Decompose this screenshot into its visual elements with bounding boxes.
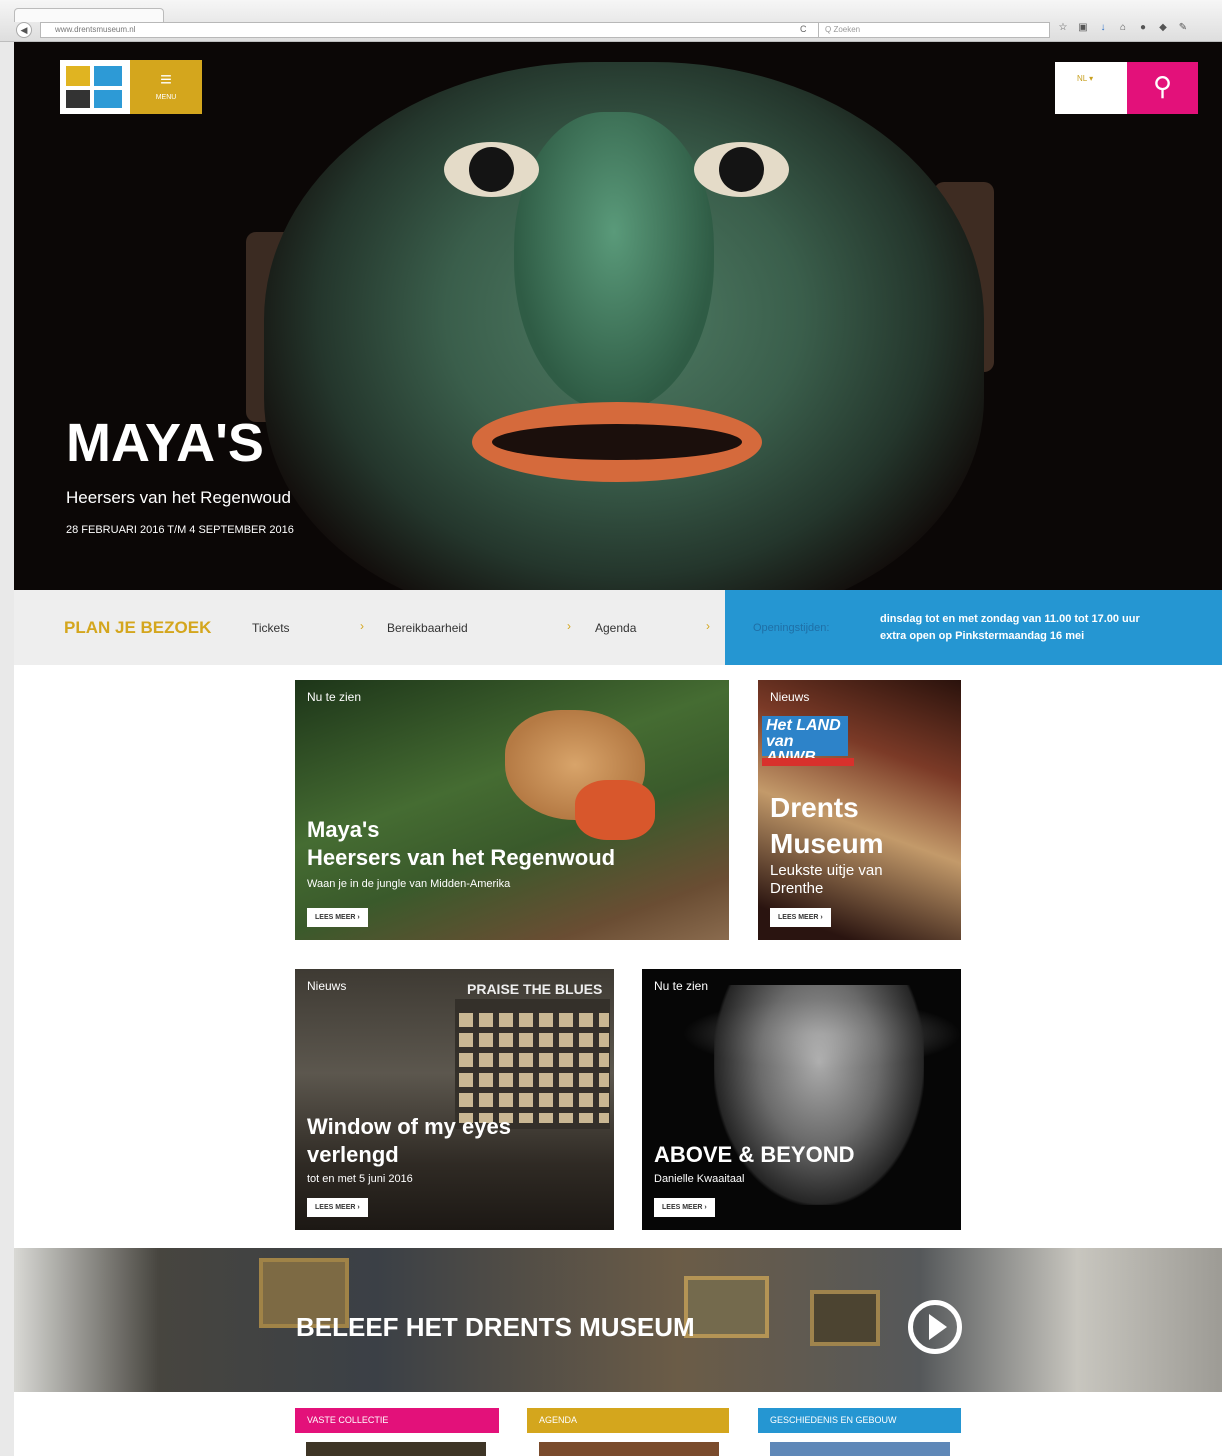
pocket-icon[interactable]: ◆ [1158, 22, 1168, 38]
card-title: Maya's Heersers van het Regenwoud [307, 817, 616, 870]
chevron-right-icon: › [567, 619, 571, 633]
video-banner[interactable]: BELEEF HET DRENTS MUSEUM [14, 1248, 1222, 1392]
card-description: Danielle Kwaaitaal [654, 1173, 745, 1185]
category-agenda[interactable]: AGENDA [527, 1408, 729, 1433]
category-vaste-collectie[interactable]: VASTE COLLECTIE [295, 1408, 499, 1433]
card-mayas[interactable]: Nu te zien Maya's Heersers van het Regen… [295, 680, 729, 940]
hero-date: 28 FEBRUARI 2016 T/M 4 SEPTEMBER 2016 [66, 524, 294, 536]
search-button[interactable]: ⚲ [1127, 62, 1198, 114]
opening-hours-extra: extra open op Pinkstermaandag 16 mei [880, 630, 1085, 642]
exhibition-wall-text: PRAISE THE BLUES [467, 981, 603, 997]
toolbar-icons: ☆ ▣ ↓ ⌂ ● ◆ ✎ [1058, 22, 1188, 38]
hamburger-icon: ≡ [160, 69, 172, 91]
extension-icon[interactable]: ✎ [1178, 22, 1188, 38]
browser-toolbar: ◀ www.drentsmuseum.nl C Q Zoeken ☆ ▣ ↓ ⌂… [0, 0, 1222, 42]
opening-hours-label: Openingstijden: [753, 622, 830, 634]
web-page: ≡ MENU NL ▾ ⚲ MAYA'S Heersers van het Re… [14, 42, 1222, 1456]
plan-visit-title: PLAN JE BEZOEK [64, 618, 212, 637]
category-image[interactable] [770, 1442, 950, 1456]
anwb-badge: Het LAND van ANWB [762, 716, 848, 766]
opening-hours-panel: Openingstijden: dinsdag tot en met zonda… [725, 590, 1222, 665]
video-banner-title: BELEEF HET DRENTS MUSEUM [296, 1312, 695, 1342]
chat-icon[interactable]: ● [1138, 22, 1148, 38]
mask-image-nose [514, 112, 714, 412]
address-bar[interactable]: www.drentsmuseum.nl [40, 22, 820, 38]
hero-banner[interactable]: ≡ MENU NL ▾ ⚲ MAYA'S Heersers van het Re… [14, 42, 1222, 590]
download-icon[interactable]: ↓ [1098, 22, 1108, 38]
card-tag: Nu te zien [654, 979, 709, 993]
card-drents-museum[interactable]: Het LAND van ANWB Nieuws Drents Museum L… [758, 680, 961, 940]
read-more-button[interactable]: LEES MEER › [770, 908, 831, 927]
card-window-of-my-eyes[interactable]: PRAISE THE BLUES Nieuws Window of my eye… [295, 969, 614, 1230]
card-title: Drents Museum [770, 792, 884, 859]
plan-visit-bar: PLAN JE BEZOEK Tickets › Bereikbaarheid … [14, 590, 1222, 665]
category-image[interactable] [539, 1442, 719, 1456]
chevron-right-icon: › [360, 619, 364, 633]
browser-tab[interactable] [14, 8, 164, 22]
painting-image [810, 1290, 880, 1346]
mask-image-mouth-inner [492, 424, 742, 460]
read-more-button[interactable]: LEES MEER › [307, 908, 368, 927]
museum-logo[interactable] [60, 60, 130, 114]
search-icon: ⚲ [1152, 71, 1173, 101]
category-geschiedenis[interactable]: GESCHIEDENIS EN GEBOUW [758, 1408, 961, 1433]
mask-image-pupil-left [469, 147, 514, 192]
anwb-badge-stripe [762, 758, 854, 766]
xray-dress-image [714, 985, 924, 1205]
browser-search-input[interactable]: Q Zoeken [818, 22, 1050, 38]
mask-image-pupil-right [719, 147, 764, 192]
gallery-tiles-image [459, 1013, 609, 1123]
card-description: Waan je in de jungle van Midden-Amerika [307, 878, 511, 890]
card-above-and-beyond[interactable]: Nu te zien ABOVE & BEYOND Danielle Kwaai… [642, 969, 961, 1230]
clipboard-icon[interactable]: ▣ [1078, 22, 1088, 38]
card-tag: Nieuws [307, 979, 347, 993]
hero-subtitle: Heersers van het Regenwoud [66, 488, 291, 507]
read-more-button[interactable]: LEES MEER › [307, 1198, 368, 1217]
home-icon[interactable]: ⌂ [1118, 22, 1128, 38]
opening-hours-text: dinsdag tot en met zondag van 11.00 tot … [880, 613, 1140, 625]
card-description: Leukste uitje van Drenthe [770, 862, 883, 897]
menu-label: MENU [155, 94, 177, 101]
card-tag: Nieuws [770, 690, 810, 704]
menu-button[interactable]: ≡ MENU [130, 60, 202, 114]
card-tag: Nu te zien [307, 690, 362, 704]
language-selector[interactable]: NL ▾ [1055, 62, 1127, 114]
agenda-link[interactable]: Agenda [595, 621, 636, 635]
category-image[interactable] [306, 1442, 486, 1456]
painting-image [684, 1276, 769, 1338]
star-icon[interactable]: ☆ [1058, 22, 1068, 38]
tickets-link[interactable]: Tickets [252, 621, 290, 635]
card-description: tot en met 5 juni 2016 [307, 1173, 413, 1185]
read-more-button[interactable]: LEES MEER › [654, 1198, 715, 1217]
reload-icon[interactable]: C [800, 24, 807, 34]
back-button[interactable]: ◀ [16, 22, 32, 38]
card-title: Window of my eyes verlengd [307, 1114, 511, 1167]
accessibility-link[interactable]: Bereikbaarheid [387, 621, 468, 635]
play-icon [929, 1314, 947, 1340]
hero-title: MAYA'S [66, 413, 264, 473]
chevron-right-icon: › [706, 619, 710, 633]
card-title: ABOVE & BEYOND [654, 1142, 855, 1167]
